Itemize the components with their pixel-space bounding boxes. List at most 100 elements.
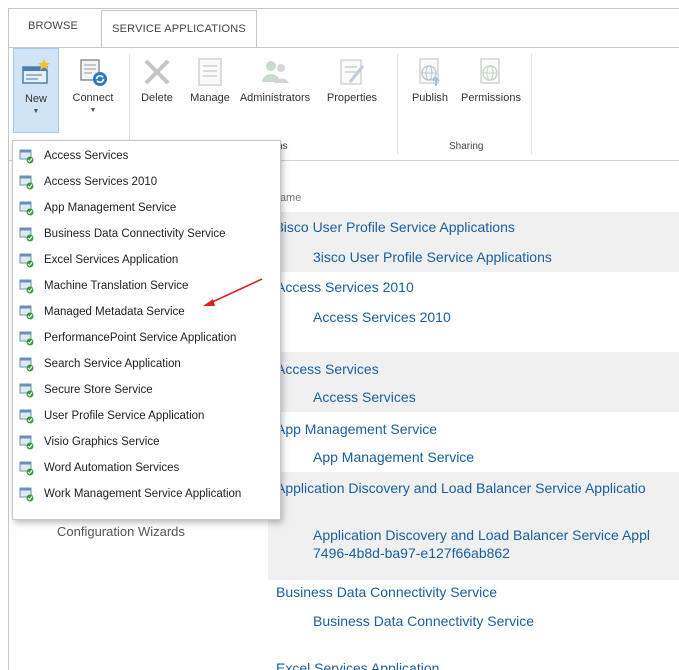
menu-item[interactable]: Secure Store Service xyxy=(14,377,278,403)
service-app-icon xyxy=(19,148,35,164)
service-app-icon xyxy=(19,200,35,216)
service-app-icon xyxy=(19,486,35,502)
menu-item-label: Word Automation Services xyxy=(44,462,180,474)
menu-item[interactable]: User Profile Service Application xyxy=(14,403,278,429)
delete-button[interactable]: Delete xyxy=(135,48,179,104)
administrators-button-label: Administrators xyxy=(239,92,311,104)
menu-item-label: Access Services 2010 xyxy=(44,176,158,188)
list-item[interactable]: Access Services 2010 xyxy=(268,302,679,352)
menu-item-label: User Profile Service Application xyxy=(44,410,205,422)
menu-item-label: Visio Graphics Service xyxy=(44,436,160,448)
service-app-icon xyxy=(19,174,35,190)
manage-button[interactable]: Manage xyxy=(185,48,235,104)
service-app-icon xyxy=(19,304,35,320)
service-proxy-link[interactable]: Business Data Connectivity Service xyxy=(313,613,534,629)
menu-item[interactable]: Word Automation Services xyxy=(14,455,278,481)
chevron-down-icon: ▼ xyxy=(32,108,40,115)
service-proxy-link[interactable]: Access Services 2010 xyxy=(313,309,451,325)
administrators-button[interactable]: Administrators xyxy=(237,48,313,104)
service-app-icon xyxy=(19,226,35,242)
list-item[interactable]: Business Data Connectivity Service xyxy=(268,608,679,648)
service-app-link[interactable]: 3isco User Profile Service Applications xyxy=(276,219,515,235)
list-item[interactable]: Excel Services Application xyxy=(268,656,679,670)
new-button[interactable]: New ▼ xyxy=(13,48,59,133)
properties-icon xyxy=(336,56,368,88)
menu-item[interactable]: Work Management Service Application xyxy=(14,481,278,507)
menu-item[interactable]: Visio Graphics Service xyxy=(14,429,278,455)
list-item[interactable]: Access Services xyxy=(268,352,679,386)
manage-button-label: Manage xyxy=(190,92,230,104)
publish-button-label: Publish xyxy=(411,92,449,104)
connect-button[interactable]: Connect ▼ xyxy=(65,48,121,114)
chevron-down-icon: ▼ xyxy=(89,107,97,114)
service-proxy-link[interactable]: Application Discovery and Load Balancer … xyxy=(313,527,650,543)
menu-item[interactable]: Search Service Application xyxy=(14,351,278,377)
nav-configuration-wizards[interactable]: Configuration Wizards xyxy=(57,524,185,539)
list-item[interactable]: App Management Service xyxy=(268,444,679,472)
service-app-icon xyxy=(19,408,35,424)
list-item[interactable]: Business Data Connectivity Service xyxy=(268,580,679,608)
menu-item[interactable]: Access Services xyxy=(14,143,278,169)
service-app-icon xyxy=(19,460,35,476)
people-icon xyxy=(259,56,291,88)
service-proxy-link[interactable]: App Management Service xyxy=(313,449,474,465)
menu-item-label: Business Data Connectivity Service xyxy=(44,228,226,240)
annotation-arrow-icon xyxy=(203,278,263,306)
tab-browse[interactable]: BROWSE xyxy=(20,14,86,38)
new-button-label: New xyxy=(24,93,47,105)
menu-item-label: App Management Service xyxy=(44,202,177,214)
list-item[interactable]: 3isco User Profile Service Applications xyxy=(268,212,679,246)
service-proxy-link[interactable]: 3isco User Profile Service Applications xyxy=(313,249,552,265)
list-item[interactable]: App Management Service xyxy=(268,412,679,444)
menu-item-label: Machine Translation Service xyxy=(44,280,189,292)
service-app-link[interactable]: Excel Services Application xyxy=(276,660,439,670)
permissions-button-label: Permissions xyxy=(461,92,521,104)
list-item[interactable]: Access Services xyxy=(268,386,679,412)
ribbon-separator xyxy=(129,54,130,154)
service-proxy-link-id[interactable]: 7496-4b8d-ba97-e127f66ab862 xyxy=(313,545,510,561)
service-app-link[interactable]: Access Services xyxy=(276,361,379,377)
new-service-icon xyxy=(20,57,52,89)
permissions-globe-icon xyxy=(475,56,507,88)
list-item[interactable]: Application Discovery and Load Balancer … xyxy=(268,512,679,580)
menu-item[interactable]: Excel Services Application xyxy=(14,247,278,273)
service-proxy-link[interactable]: Access Services xyxy=(313,389,416,405)
tab-service-applications[interactable]: SERVICE APPLICATIONS xyxy=(101,10,257,47)
list-item[interactable]: Access Services 2010 xyxy=(268,272,679,302)
manage-icon xyxy=(194,56,226,88)
ribbon-group-label-sharing: Sharing xyxy=(449,141,484,152)
service-app-icon xyxy=(19,434,35,450)
properties-button[interactable]: Properties xyxy=(315,48,389,104)
menu-item[interactable]: Access Services 2010 xyxy=(14,169,278,195)
service-app-icon xyxy=(19,330,35,346)
ribbon-separator xyxy=(531,54,532,154)
service-app-link[interactable]: Access Services 2010 xyxy=(276,279,414,295)
menu-item-label: Secure Store Service xyxy=(44,384,153,396)
service-app-link[interactable]: Business Data Connectivity Service xyxy=(276,584,497,600)
menu-item-label: Work Management Service Application xyxy=(44,488,242,500)
menu-item-label: Search Service Application xyxy=(44,358,181,370)
service-app-icon xyxy=(19,356,35,372)
connect-button-label: Connect xyxy=(72,92,114,104)
menu-item-label: Managed Metadata Service xyxy=(44,306,185,318)
ribbon-separator xyxy=(397,54,398,154)
menu-item[interactable]: App Management Service xyxy=(14,195,278,221)
publish-button[interactable]: Publish xyxy=(405,48,455,104)
new-service-dropdown: Access Services Access Services 2010 App… xyxy=(12,140,281,520)
menu-item-label: Excel Services Application xyxy=(44,254,179,266)
delete-button-label: Delete xyxy=(141,92,173,104)
menu-item-label: Access Services xyxy=(44,150,129,162)
service-app-icon xyxy=(19,382,35,398)
permissions-button[interactable]: Permissions xyxy=(457,48,525,104)
service-app-link[interactable]: Application Discovery and Load Balancer … xyxy=(276,480,646,496)
list-item[interactable]: Application Discovery and Load Balancer … xyxy=(268,472,679,512)
service-app-link[interactable]: App Management Service xyxy=(276,421,437,437)
service-app-icon xyxy=(19,278,35,294)
menu-item[interactable]: Business Data Connectivity Service xyxy=(14,221,278,247)
connect-icon xyxy=(77,56,109,88)
list-item[interactable]: 3isco User Profile Service Applications xyxy=(268,246,679,272)
menu-item[interactable]: PerformancePoint Service Application xyxy=(14,325,278,351)
properties-button-label: Properties xyxy=(326,92,378,104)
service-app-icon xyxy=(19,252,35,268)
publish-globe-icon xyxy=(414,56,446,88)
